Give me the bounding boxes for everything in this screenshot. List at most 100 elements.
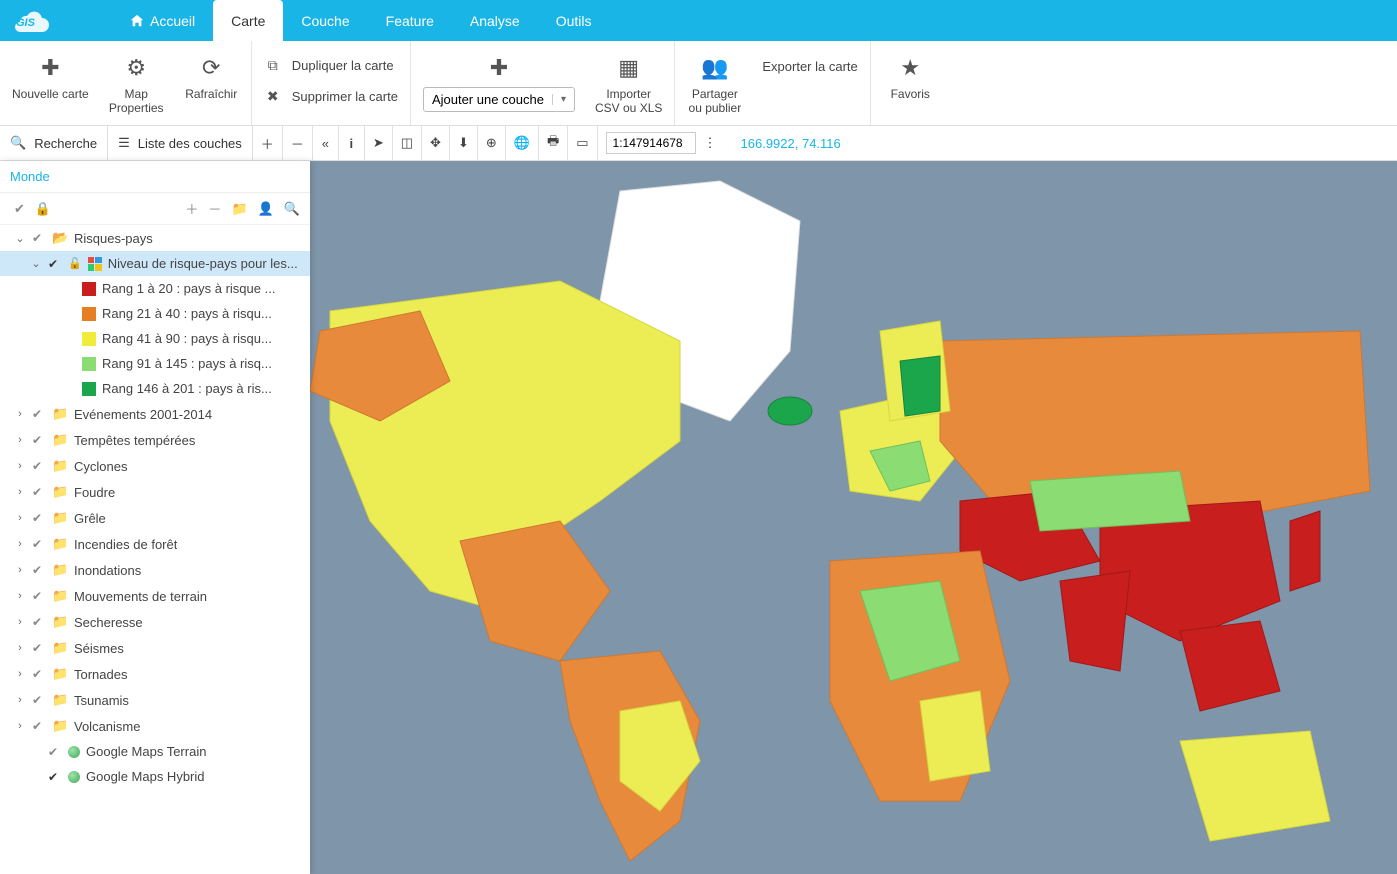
folder-icon: 📁 (52, 432, 68, 448)
pan-button[interactable]: ✥ (422, 126, 450, 160)
import-button[interactable]: ▦ Importer CSV ou XLS (595, 49, 662, 115)
tree-folder[interactable]: ›✔📁Secheresse (0, 609, 310, 635)
info-button[interactable]: i (339, 126, 365, 160)
legend-item[interactable]: Rang 1 à 20 : pays à risque ... (0, 276, 310, 301)
zoom-icon[interactable]: 🔍 (284, 201, 300, 217)
add-layer-button[interactable]: ✚ Ajouter une couche ▾ (423, 49, 575, 112)
tree-folder[interactable]: ›✔📁Evénements 2001-2014 (0, 401, 310, 427)
nav-tab-outils[interactable]: Outils (538, 0, 610, 41)
tree-basemap[interactable]: ·✔Google Maps Terrain (0, 739, 310, 764)
layer-list-button[interactable]: ☰ Liste des couches (108, 126, 253, 160)
zoom-out-button[interactable]: － (283, 126, 313, 160)
select-rect-button[interactable]: ◫ (393, 126, 422, 160)
measure-button[interactable]: ▭ (568, 126, 597, 160)
plus-icon[interactable]: ＋ (185, 199, 198, 218)
folder-icon: 📁 (52, 458, 68, 474)
share-button[interactable]: 👥 Partager ou publier (687, 49, 742, 115)
check-icon[interactable]: ✔ (48, 745, 62, 759)
more-icon[interactable]: ⋮ (704, 135, 717, 151)
chevron-right-icon: › (14, 408, 26, 420)
check-icon[interactable]: ✔ (32, 537, 46, 551)
lock-icon[interactable]: 🔒 (35, 201, 51, 217)
check-icon[interactable]: ✔ (14, 201, 25, 217)
check-icon[interactable]: ✔ (32, 641, 46, 655)
basemap-label: Google Maps Hybrid (86, 769, 205, 784)
nav-tab-accueil[interactable]: Accueil (112, 0, 213, 41)
rewind-button[interactable]: « (313, 126, 339, 160)
globe-icon (68, 746, 80, 758)
map-properties-button[interactable]: ⚙ Map Properties (109, 49, 164, 115)
folder-icon: 📁 (52, 718, 68, 734)
check-icon[interactable]: ✔ (32, 667, 46, 681)
layer-panel: Monde ✔ 🔒 ＋ － 📁 👤 🔍 ⌄ ✔ 📂 Risques-pays ⌄… (0, 161, 310, 874)
tree-folder[interactable]: ›✔📁Incendies de forêt (0, 531, 310, 557)
ribbon-label: Favoris (891, 87, 930, 101)
check-icon[interactable]: ✔ (48, 770, 62, 784)
folder-icon[interactable]: 📁 (231, 201, 247, 217)
check-icon[interactable]: ✔ (32, 563, 46, 577)
chevron-right-icon: › (14, 512, 26, 524)
nav-tab-carte[interactable]: Carte (213, 0, 283, 41)
add-layer-dropdown[interactable]: Ajouter une couche ▾ (423, 87, 575, 112)
nav-tab-label: Carte (231, 13, 265, 29)
check-icon[interactable]: ✔ (48, 257, 62, 271)
check-icon[interactable]: ✔ (32, 589, 46, 603)
tree-folder[interactable]: ›✔📁Séismes (0, 635, 310, 661)
delete-map-button[interactable]: ✖ Supprimer la carte (264, 84, 398, 109)
tree-folder[interactable]: ›✔📁Foudre (0, 479, 310, 505)
check-icon[interactable]: ✔ (32, 615, 46, 629)
folder-icon: 📁 (52, 588, 68, 604)
nav-tab-couche[interactable]: Couche (283, 0, 367, 41)
check-icon[interactable]: ✔ (32, 693, 46, 707)
search-button[interactable]: 🔍 Recherche (0, 126, 108, 160)
globe-button[interactable]: 🌐 (506, 126, 539, 160)
nav-tab-analyse[interactable]: Analyse (452, 0, 538, 41)
tree-folder[interactable]: ›✔📁Grêle (0, 505, 310, 531)
legend-item[interactable]: Rang 91 à 145 : pays à risq... (0, 351, 310, 376)
pin-button[interactable]: ⬇ (450, 126, 478, 160)
duplicate-map-button[interactable]: ⧉ Dupliquer la carte (264, 53, 398, 78)
ruler-icon: ▭ (576, 135, 588, 151)
nav-tab-feature[interactable]: Feature (368, 0, 452, 41)
tree-folder[interactable]: ›✔📁Tempêtes tempérées (0, 427, 310, 453)
tree-layer-selected[interactable]: ⌄ ✔ 🔓 Niveau de risque-pays pour les... (0, 251, 310, 276)
pointer-button[interactable]: ➤ (365, 126, 393, 160)
new-map-button[interactable]: ✚ Nouvelle carte (12, 49, 89, 101)
favorites-button[interactable]: ★ Favoris (883, 49, 938, 101)
cloud-icon: GIS (12, 9, 52, 33)
check-icon[interactable]: ✔ (32, 433, 46, 447)
tree-folder[interactable]: ›✔📁Tornades (0, 661, 310, 687)
minus-icon[interactable]: － (208, 199, 221, 218)
tree-folder[interactable]: ›✔📁Volcanisme (0, 713, 310, 739)
legend-label: Rang 146 à 201 : pays à ris... (102, 381, 272, 396)
legend-item[interactable]: Rang 41 à 90 : pays à risqu... (0, 326, 310, 351)
tree-folder[interactable]: ›✔📁Inondations (0, 557, 310, 583)
export-button[interactable]: Exporter la carte (762, 49, 857, 78)
refresh-button[interactable]: ⟳ Rafraîchir (184, 49, 239, 101)
tree-folder[interactable]: ›✔📁Cyclones (0, 453, 310, 479)
check-icon[interactable]: ✔ (32, 511, 46, 525)
tree-folder-root[interactable]: ⌄ ✔ 📂 Risques-pays (0, 225, 310, 251)
tree-folder[interactable]: ›✔📁Mouvements de terrain (0, 583, 310, 609)
tree-folder[interactable]: ›✔📁Tsunamis (0, 687, 310, 713)
check-icon[interactable]: ✔ (32, 231, 46, 245)
check-icon[interactable]: ✔ (32, 719, 46, 733)
check-icon[interactable]: ✔ (32, 459, 46, 473)
ribbon-label: Rafraîchir (185, 87, 237, 101)
legend-label: Rang 1 à 20 : pays à risque ... (102, 281, 275, 296)
zoom-extent-button[interactable]: ⊕ (478, 126, 506, 160)
legend-item[interactable]: Rang 21 à 40 : pays à risqu... (0, 301, 310, 326)
map-title[interactable]: Monde (0, 161, 310, 193)
folder-label: Evénements 2001-2014 (74, 407, 212, 422)
chevron-right-icon: › (14, 460, 26, 472)
zoom-in-button[interactable]: ＋ (253, 126, 283, 160)
tree-basemap[interactable]: ·✔Google Maps Hybrid (0, 764, 310, 789)
scale-input[interactable] (606, 132, 696, 154)
chevron-right-icon: › (14, 642, 26, 654)
check-icon[interactable]: ✔ (32, 485, 46, 499)
print-button[interactable]: 🖶 (539, 126, 568, 160)
legend-item[interactable]: Rang 146 à 201 : pays à ris... (0, 376, 310, 401)
chevron-right-icon: › (14, 720, 26, 732)
user-icon[interactable]: 👤 (258, 201, 274, 217)
check-icon[interactable]: ✔ (32, 407, 46, 421)
